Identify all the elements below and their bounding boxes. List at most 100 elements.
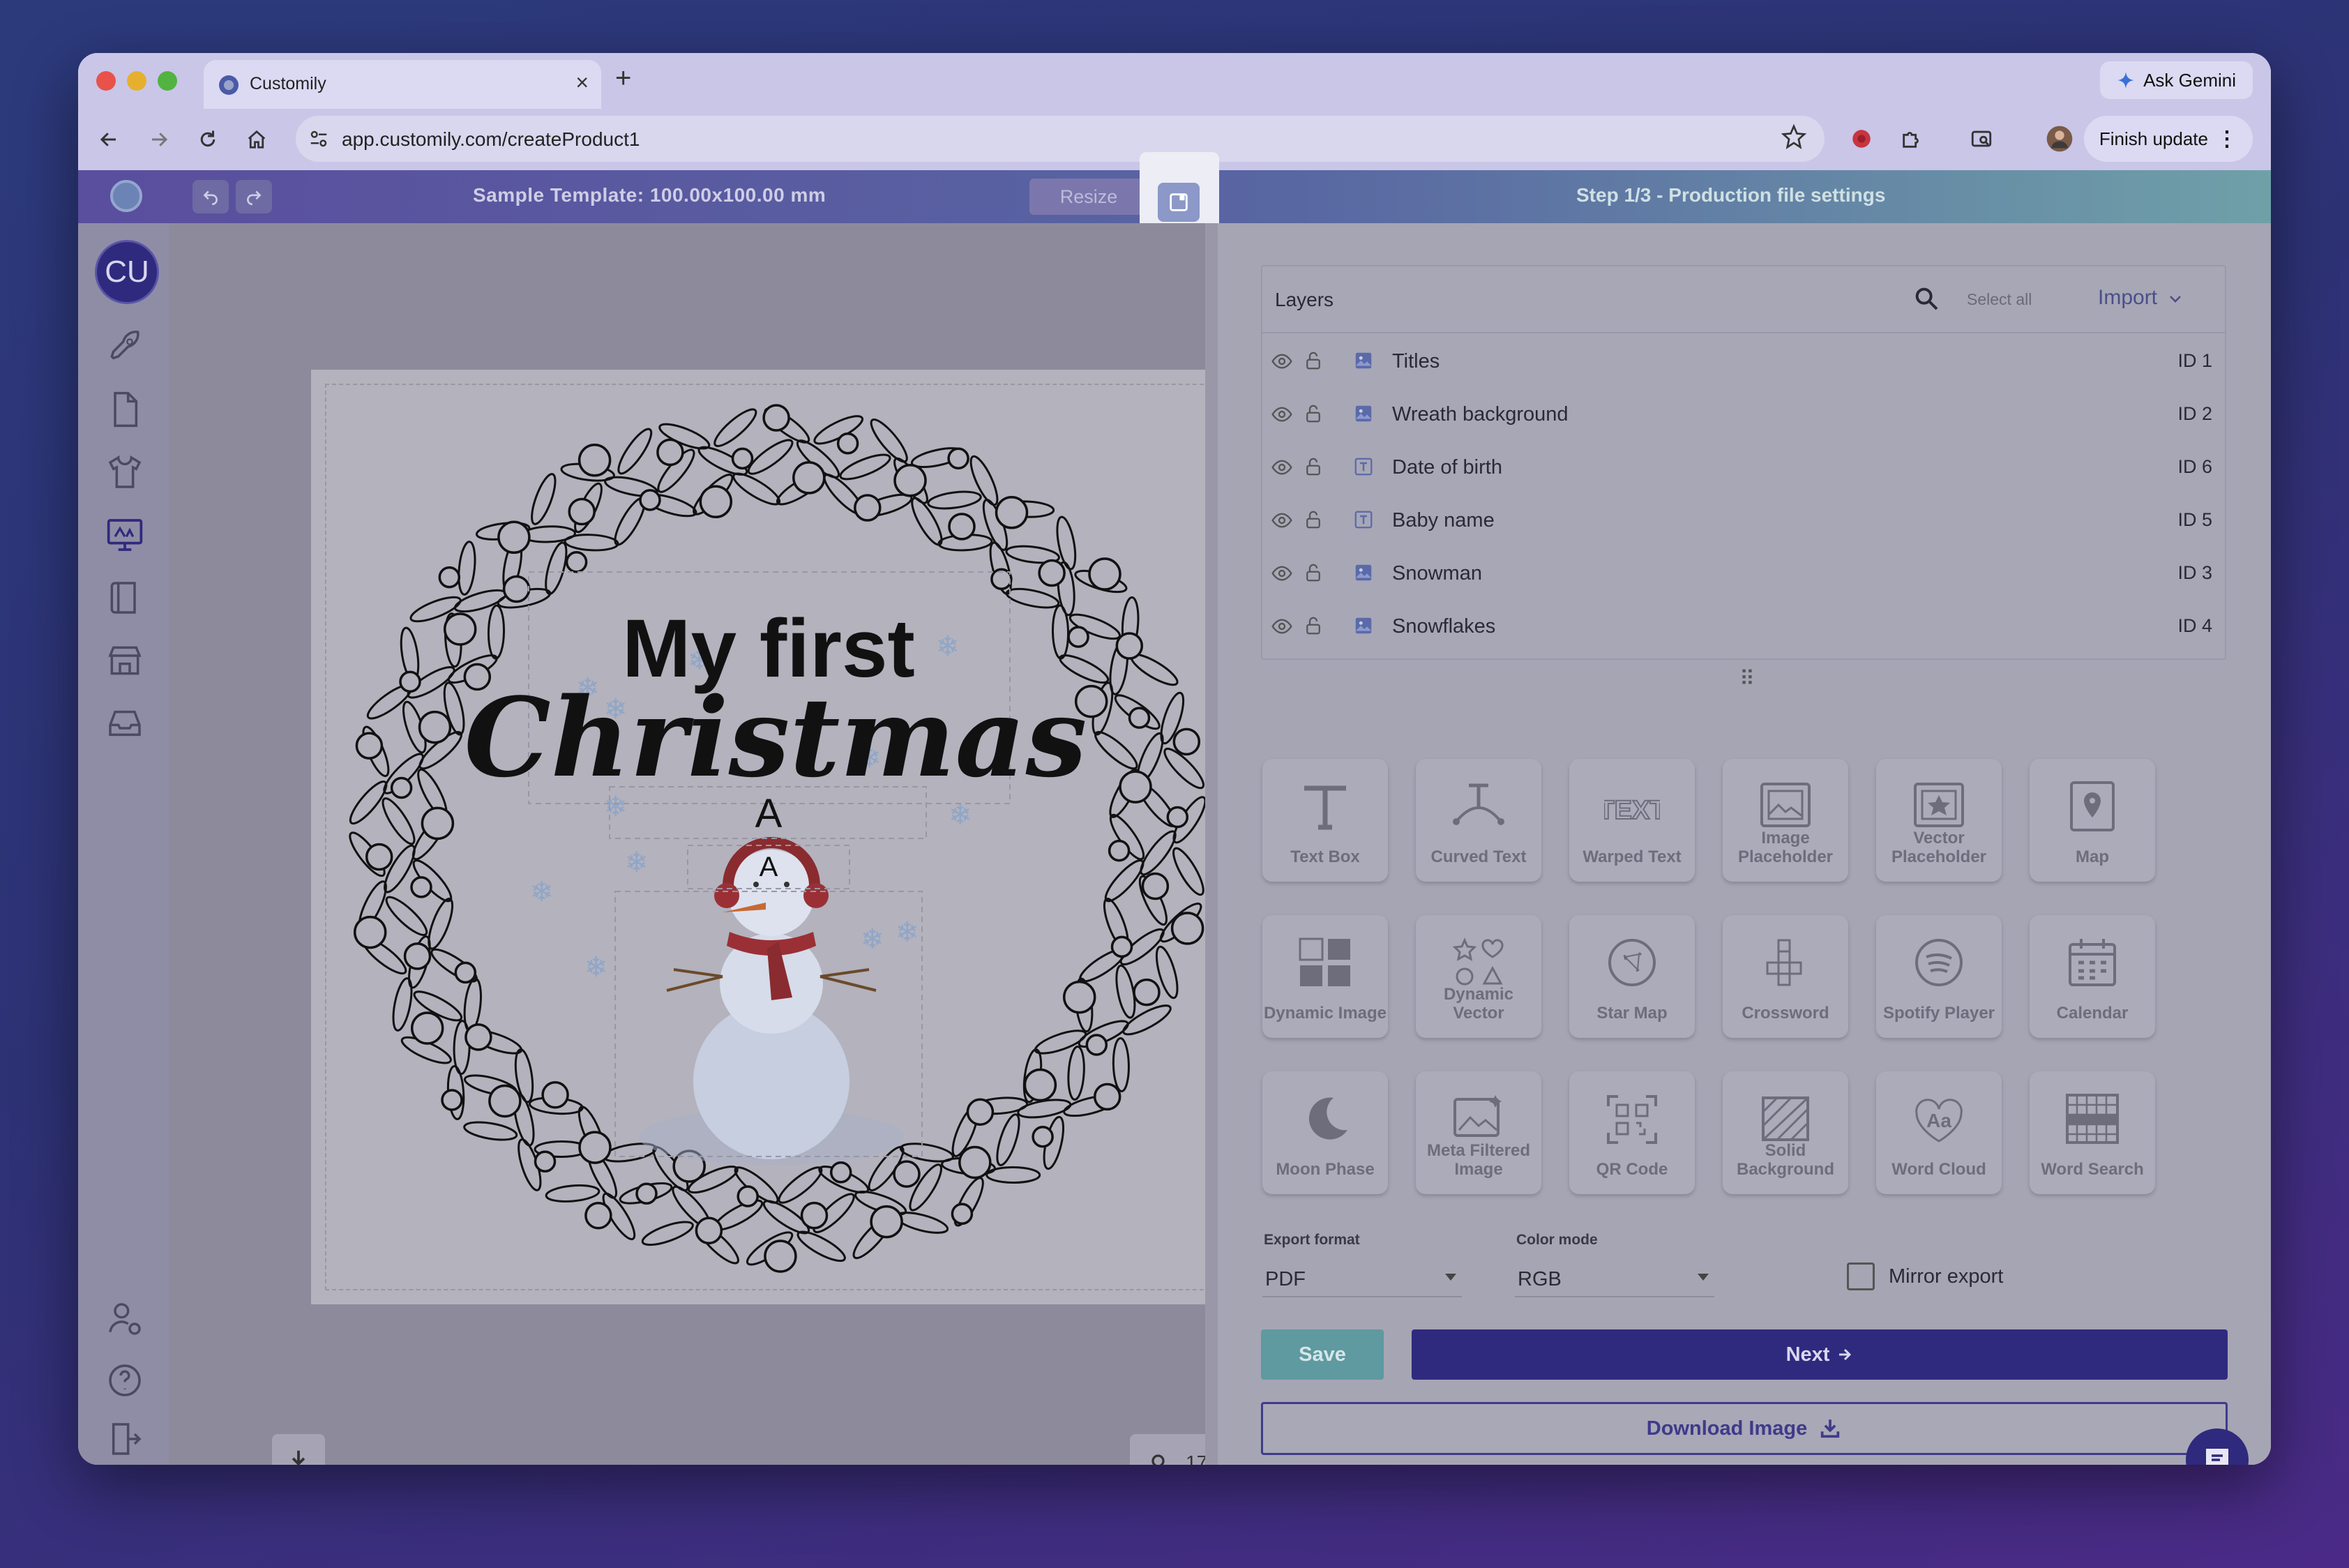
unlock-icon[interactable] [1303, 509, 1324, 530]
save-button[interactable]: Save [1261, 1329, 1384, 1380]
tab-search-icon[interactable] [1965, 123, 1997, 155]
maximize-window-button[interactable] [158, 71, 177, 91]
tool-calendar[interactable]: Calendar [2030, 915, 2155, 1038]
layer-row[interactable]: Snowflakes ID 4 [1262, 600, 2225, 653]
canvas-scrollbar[interactable] [1205, 223, 1218, 1465]
tool-spotify-player[interactable]: Spotify Player [1876, 915, 2002, 1038]
forward-arrow-icon [152, 133, 168, 146]
inbox-icon[interactable] [103, 702, 146, 745]
browser-tab[interactable]: Customily × [204, 60, 601, 109]
next-button[interactable]: Next [1412, 1329, 2228, 1380]
visibility-eye-icon[interactable] [1271, 615, 1293, 638]
image-placeholder-icon [1760, 783, 1811, 827]
forward-button[interactable] [141, 121, 177, 158]
tool-meta-filtered-image[interactable]: Meta Filtered Image [1416, 1071, 1541, 1194]
url-text[interactable]: app.customily.com/createProduct1 [342, 128, 640, 151]
rocket-icon[interactable] [103, 325, 146, 368]
back-button[interactable] [91, 121, 127, 158]
preview-mode-button[interactable] [1158, 183, 1200, 222]
tool-crossword[interactable]: Crossword [1723, 915, 1848, 1038]
color-mode-label: Color mode [1516, 1232, 1598, 1248]
user-avatar[interactable]: CU [95, 240, 159, 304]
reload-button[interactable] [190, 121, 226, 158]
visibility-eye-icon[interactable] [1271, 456, 1293, 478]
tool-text-box[interactable]: Text Box [1262, 759, 1388, 882]
color-mode-select[interactable]: RGB [1515, 1258, 1714, 1297]
unlock-icon[interactable] [1303, 615, 1324, 636]
layer-id: ID 2 [2177, 403, 2212, 424]
finish-update-label: Finish update [2099, 128, 2208, 149]
extensions-puzzle-icon[interactable] [1896, 123, 1928, 155]
mirror-export-checkbox[interactable] [1847, 1262, 1875, 1290]
visibility-eye-icon[interactable] [1271, 403, 1293, 425]
tshirt-icon[interactable] [103, 451, 146, 494]
select-all-link[interactable]: Select all [1967, 290, 2032, 309]
word-search-icon [2066, 1094, 2119, 1144]
store-icon[interactable] [103, 639, 146, 682]
panel-resize-grip-icon[interactable]: ⠿ [1739, 667, 1756, 691]
tool-map[interactable]: Map [2030, 759, 2155, 882]
minimize-window-button[interactable] [127, 71, 146, 91]
wreath-design[interactable]: ❄❄❄❄ ❄❄❄❄ ❄❄❄❄ My first Christmas A A [311, 370, 1246, 1304]
monitor-icon[interactable] [103, 513, 146, 557]
resize-button[interactable]: Resize [1029, 179, 1148, 215]
import-dropdown[interactable]: Import [2098, 286, 2184, 310]
export-format-select[interactable]: PDF [1262, 1258, 1462, 1297]
tool-moon-phase[interactable]: Moon Phase [1262, 1071, 1388, 1194]
unlock-icon[interactable] [1303, 562, 1324, 583]
book-icon[interactable] [103, 576, 146, 619]
unlock-icon[interactable] [1303, 350, 1324, 371]
tool-dynamic-vector[interactable]: Dynamic Vector [1416, 915, 1541, 1038]
redo-button[interactable] [236, 180, 272, 213]
tool-vector-placeholder[interactable]: Vector Placeholder [1876, 759, 2002, 882]
artboard[interactable]: ❄ ❄ ❄ ❄ ❄ ❄ ❄ ❄ ❄ ❄ ❄ ❄ My first Christm… [311, 370, 1246, 1304]
file-icon[interactable] [103, 388, 146, 431]
site-settings-icon[interactable] [308, 128, 329, 149]
visibility-eye-icon[interactable] [1271, 509, 1293, 532]
extension-red-icon[interactable] [1845, 123, 1878, 155]
tool-curved-text[interactable]: Curved Text [1416, 759, 1541, 882]
tool-dynamic-image[interactable]: Dynamic Image [1262, 915, 1388, 1038]
unlock-icon[interactable] [1303, 403, 1324, 424]
tool-label: Vector Placeholder [1891, 829, 1987, 866]
layer-row[interactable]: Wreath background ID 2 [1262, 388, 2225, 441]
more-menu-icon[interactable]: ⋮ [2216, 127, 2237, 151]
address-bar[interactable]: app.customily.com/createProduct1 [296, 116, 1825, 162]
meta-filtered-image-icon [1453, 1095, 1502, 1137]
home-button[interactable] [239, 121, 275, 158]
redo-icon [247, 190, 262, 206]
bookmark-star-icon[interactable] [1781, 124, 1806, 149]
tool-warped-text[interactable]: TEXT Warped Text [1569, 759, 1695, 882]
layer-row[interactable]: Date of birth ID 6 [1262, 441, 2225, 494]
unlock-icon[interactable] [1303, 456, 1324, 477]
profile-avatar[interactable] [2044, 123, 2076, 155]
layer-row[interactable]: Baby name ID 5 [1262, 494, 2225, 547]
logout-icon[interactable] [103, 1417, 146, 1461]
layer-row[interactable]: Snowman ID 3 [1262, 547, 2225, 600]
tab-close-icon[interactable]: × [575, 70, 589, 96]
help-icon[interactable] [103, 1359, 146, 1402]
map-icon [2070, 781, 2115, 831]
user-settings-icon[interactable] [103, 1297, 146, 1341]
download-canvas-button[interactable] [272, 1434, 325, 1465]
calendar-icon [2069, 939, 2116, 986]
layers-search-icon[interactable] [1912, 285, 1940, 312]
new-tab-button[interactable]: + [615, 63, 631, 94]
tool-word-cloud[interactable]: Aa Word Cloud [1876, 1071, 2002, 1194]
tool-star-map[interactable]: Star Map [1569, 915, 1695, 1038]
layer-row[interactable]: Titles ID 1 [1262, 335, 2225, 388]
tool-qr-code[interactable]: QR Code [1569, 1071, 1695, 1194]
visibility-eye-icon[interactable] [1271, 350, 1293, 372]
export-format-value: PDF [1265, 1268, 1306, 1290]
ask-gemini-button[interactable]: Ask Gemini [2100, 61, 2253, 99]
svg-text:❄: ❄ [625, 847, 649, 879]
customily-logo-icon[interactable] [110, 180, 142, 212]
tool-solid-background[interactable]: Solid Background [1723, 1071, 1848, 1194]
download-image-button[interactable]: Download Image [1261, 1402, 2228, 1455]
tool-image-placeholder[interactable]: Image Placeholder [1723, 759, 1848, 882]
tool-word-search[interactable]: Word Search [2030, 1071, 2155, 1194]
finish-update-button[interactable]: Finish update ⋮ [2083, 116, 2253, 162]
visibility-eye-icon[interactable] [1271, 562, 1293, 585]
close-window-button[interactable] [96, 71, 116, 91]
undo-button[interactable] [192, 180, 229, 213]
